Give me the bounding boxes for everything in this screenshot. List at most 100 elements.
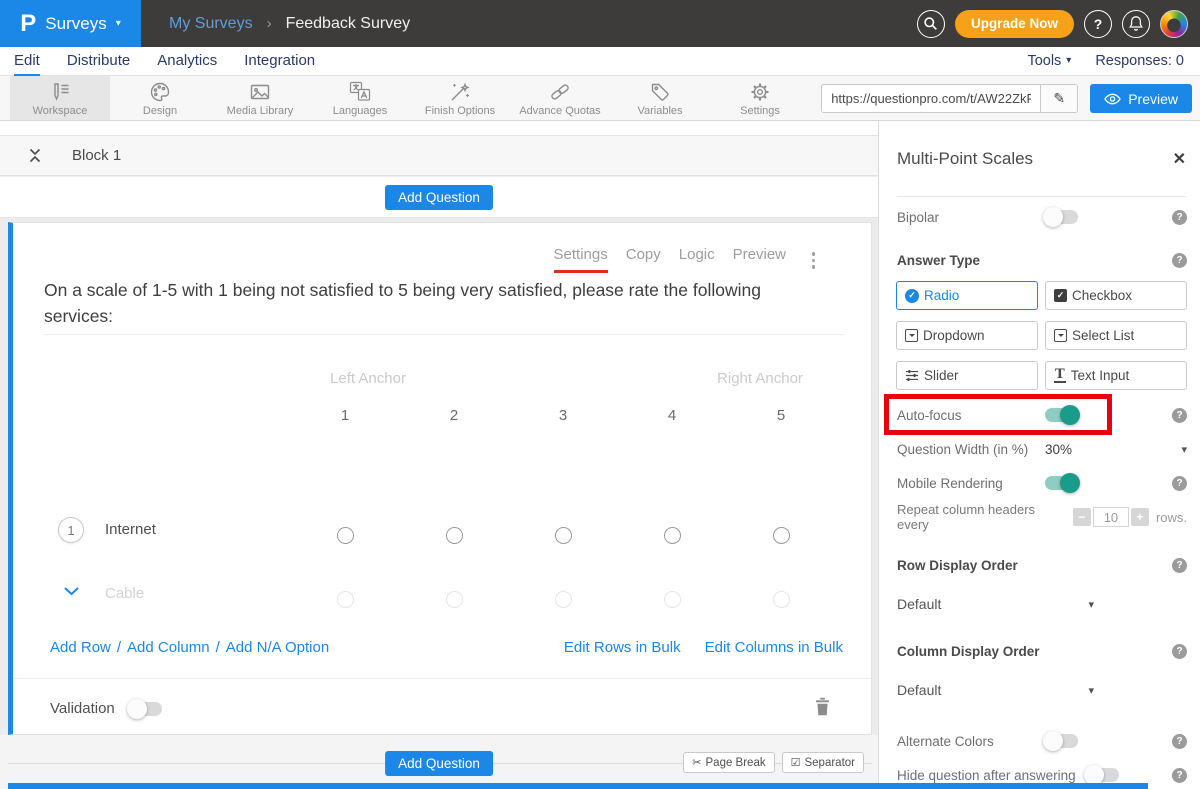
page-break-button[interactable]: ✂ Page Break: [683, 752, 774, 773]
preview-button[interactable]: Preview: [1090, 84, 1192, 113]
nav-tab-bar: Edit Distribute Analytics Integration To…: [0, 47, 1200, 76]
question-tab-preview[interactable]: Preview: [733, 246, 786, 273]
bulk-edit-links: Edit Rows in Bulk Edit Columns in Bulk: [564, 639, 843, 656]
left-anchor-input[interactable]: [293, 367, 443, 389]
toolbar-item-workspace[interactable]: Workspace: [10, 76, 110, 120]
right-anchor-input[interactable]: [685, 367, 835, 389]
close-panel-icon[interactable]: ✕: [1173, 149, 1186, 169]
column-display-order-label: Column Display Order: [897, 644, 1040, 659]
scale-column-header[interactable]: 4: [657, 407, 687, 424]
alternate-colors-toggle[interactable]: [1045, 734, 1078, 748]
add-column-link[interactable]: Add Column: [127, 639, 210, 656]
tab-analytics[interactable]: Analytics: [157, 47, 217, 76]
separator-button[interactable]: ☑ Separator: [782, 752, 864, 773]
survey-url-input[interactable]: [822, 85, 1040, 112]
row-number-badge[interactable]: 1: [58, 517, 84, 543]
scale-column-header[interactable]: 2: [439, 407, 469, 424]
survey-workspace: Block 1 Add Question Settings Copy Logic…: [0, 121, 878, 789]
bipolar-toggle[interactable]: [1045, 210, 1078, 224]
auto-focus-toggle[interactable]: [1045, 408, 1078, 422]
hide-question-toggle[interactable]: [1086, 768, 1119, 782]
toolbar-item-media-library[interactable]: Media Library: [210, 76, 310, 120]
stepper-plus-button[interactable]: +: [1131, 508, 1149, 526]
question-tab-logic[interactable]: Logic: [679, 246, 715, 273]
edit-rows-in-bulk-link[interactable]: Edit Rows in Bulk: [564, 639, 681, 656]
chevron-down-icon[interactable]: [63, 586, 80, 597]
answer-type-radio[interactable]: ✓ Radio: [896, 281, 1038, 310]
toolbar-item-finish-options[interactable]: Finish Options: [410, 76, 510, 120]
text-input-icon: T: [1054, 369, 1066, 383]
row-label-input[interactable]: [105, 521, 280, 538]
tab-distribute[interactable]: Distribute: [67, 47, 130, 76]
radio-option[interactable]: [664, 527, 681, 544]
radio-option[interactable]: [446, 527, 463, 544]
tab-edit[interactable]: Edit: [14, 47, 40, 76]
row-display-order-select[interactable]: Default ▾: [897, 596, 1094, 612]
toolbar-item-variables[interactable]: Variables: [610, 76, 710, 120]
answer-type-select-list[interactable]: Select List: [1045, 321, 1187, 350]
row-display-order-label: Row Display Order: [897, 558, 1018, 573]
edit-url-button[interactable]: ✎: [1040, 85, 1077, 112]
question-tab-copy[interactable]: Copy: [626, 246, 661, 273]
separator-label: Separator: [804, 757, 855, 769]
radio-option[interactable]: [555, 527, 572, 544]
answer-type-text-input[interactable]: T Text Input: [1045, 361, 1187, 390]
nav-right: Tools ▾ Responses: 0: [1027, 53, 1184, 69]
next-row-input[interactable]: [105, 585, 280, 602]
stepper-minus-button[interactable]: −: [1073, 508, 1091, 526]
validation-toggle[interactable]: [129, 702, 162, 716]
breadcrumb-parent-link[interactable]: My Surveys: [169, 15, 253, 33]
help-icon[interactable]: ?: [1172, 734, 1187, 749]
notifications-button[interactable]: [1122, 10, 1150, 38]
product-menu[interactable]: P Surveys ▾: [0, 0, 141, 47]
collapse-block-icon[interactable]: [28, 147, 42, 164]
scale-column-header[interactable]: 3: [548, 407, 578, 424]
toolbar-item-label: Design: [143, 105, 177, 117]
answer-type-slider[interactable]: Slider: [896, 361, 1038, 390]
scale-column-header[interactable]: 1: [330, 407, 360, 424]
help-icon[interactable]: ?: [1172, 476, 1187, 491]
survey-url-group: ✎: [821, 84, 1078, 113]
help-icon[interactable]: ?: [1172, 408, 1187, 423]
toolbar-item-advance-quotas[interactable]: Advance Quotas: [510, 76, 610, 120]
alternate-colors-label: Alternate Colors: [897, 734, 1045, 749]
repeat-headers-input[interactable]: [1093, 507, 1129, 527]
tab-integration[interactable]: Integration: [244, 47, 315, 76]
toolbar-item-design[interactable]: Design: [110, 76, 210, 120]
upgrade-now-button[interactable]: Upgrade Now: [955, 10, 1074, 38]
help-icon[interactable]: ?: [1172, 253, 1187, 268]
image-icon: [249, 80, 271, 104]
caret-down-icon[interactable]: ▾: [1181, 443, 1187, 456]
toolbar-item-settings[interactable]: Settings: [710, 76, 810, 120]
answer-type-checkbox[interactable]: ✓ Checkbox: [1045, 281, 1187, 310]
question-text[interactable]: On a scale of 1-5 with 1 being not satis…: [44, 277, 834, 329]
add-na-option-link[interactable]: Add N/A Option: [226, 639, 329, 656]
block-title[interactable]: Block 1: [72, 147, 121, 164]
radio-option[interactable]: [337, 527, 354, 544]
scale-column-header[interactable]: 5: [766, 407, 796, 424]
tools-menu[interactable]: Tools ▾: [1027, 53, 1071, 69]
help-icon[interactable]: ?: [1172, 644, 1187, 659]
avatar[interactable]: [1160, 10, 1188, 38]
column-display-order-select[interactable]: Default ▾: [897, 682, 1094, 698]
answer-type-dropdown[interactable]: Dropdown: [896, 321, 1038, 350]
question-width-value[interactable]: 30%: [1045, 442, 1072, 457]
edit-columns-in-bulk-link[interactable]: Edit Columns in Bulk: [705, 639, 843, 656]
more-menu-icon[interactable]: [810, 250, 818, 271]
help-icon[interactable]: ?: [1172, 210, 1187, 225]
answer-type-option-label: Text Input: [1071, 368, 1130, 383]
mobile-rendering-toggle[interactable]: [1045, 476, 1078, 490]
search-button[interactable]: [917, 10, 945, 38]
add-question-button-top[interactable]: Add Question: [385, 185, 493, 210]
link-separator: /: [216, 639, 220, 656]
help-button[interactable]: ?: [1084, 10, 1112, 38]
toolbar-item-languages[interactable]: Languages: [310, 76, 410, 120]
radio-option[interactable]: [773, 527, 790, 544]
question-tab-settings[interactable]: Settings: [554, 246, 608, 273]
help-icon[interactable]: ?: [1172, 558, 1187, 573]
add-row-link[interactable]: Add Row: [50, 639, 111, 656]
responses-count[interactable]: Responses: 0: [1095, 53, 1184, 69]
add-question-button-bottom[interactable]: Add Question: [385, 751, 493, 776]
delete-question-button[interactable]: [815, 697, 830, 716]
help-icon[interactable]: ?: [1172, 768, 1187, 783]
